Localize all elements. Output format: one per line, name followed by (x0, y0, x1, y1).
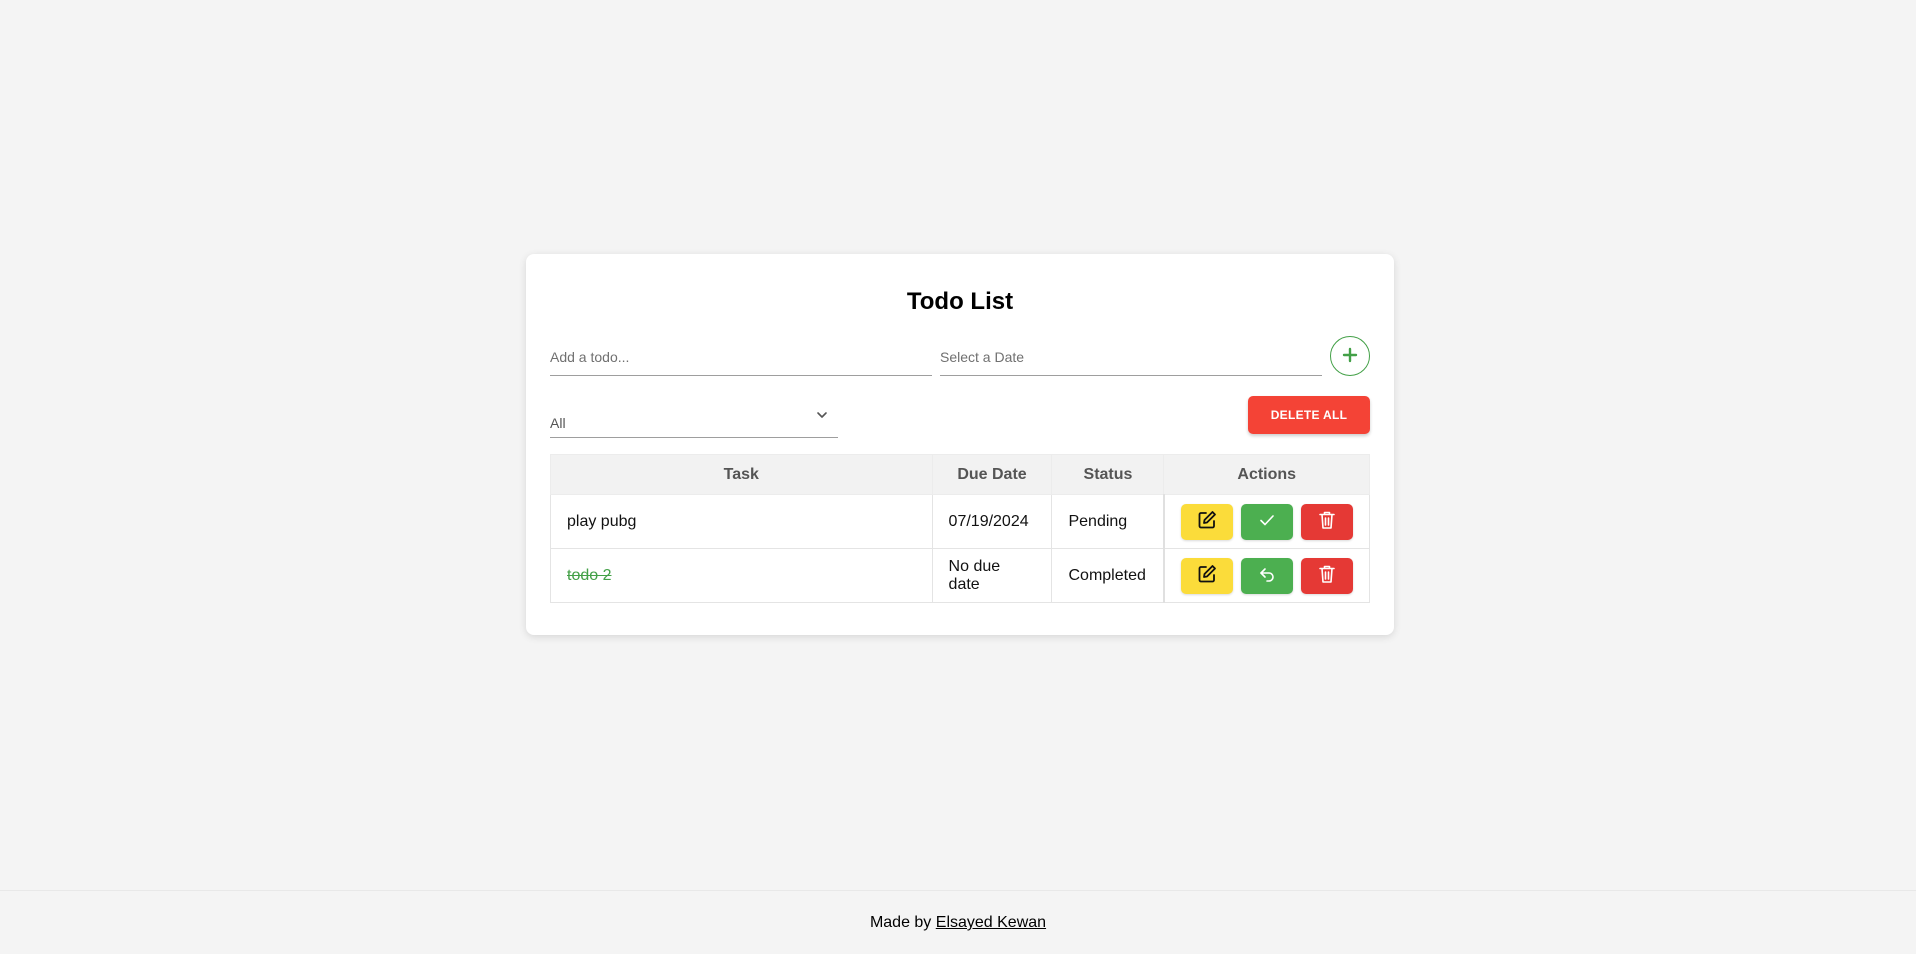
table-row: play pubg 07/19/2024 Pending (550, 494, 1370, 549)
footer: Made by Elsayed Kewan (0, 890, 1916, 954)
status-filter-select[interactable]: All (550, 396, 838, 438)
author-link[interactable]: Elsayed Kewan (936, 914, 1046, 931)
table-row: todo 2 No due date Completed (550, 548, 1370, 603)
table-header-row: Task Due Date Status Actions (550, 454, 1370, 495)
header-task: Task (550, 454, 933, 495)
status-cell: Pending (1051, 494, 1165, 549)
status-cell: Completed (1051, 548, 1165, 603)
date-input[interactable] (940, 349, 1322, 365)
trash-icon (1318, 510, 1336, 533)
header-due-date: Due Date (931, 454, 1053, 495)
add-todo-form (550, 334, 1370, 382)
undo-icon (1258, 565, 1276, 586)
task-cell: play pubg (550, 494, 933, 549)
delete-button[interactable] (1300, 503, 1353, 540)
todo-field (550, 334, 932, 376)
delete-all-button[interactable]: DELETE ALL (1248, 396, 1370, 434)
todo-input[interactable] (550, 349, 932, 365)
undo-button[interactable] (1240, 557, 1293, 594)
todo-card: Todo List All DELETE ALL (526, 254, 1394, 635)
chevron-down-icon (816, 408, 828, 426)
check-icon (1258, 511, 1276, 532)
date-field (940, 334, 1322, 376)
edit-icon (1197, 510, 1217, 533)
plus-icon (1342, 347, 1358, 366)
task-cell: todo 2 (550, 548, 933, 603)
complete-button[interactable] (1240, 503, 1293, 540)
page-title: Todo List (906, 288, 1014, 315)
due-date-cell: 07/19/2024 (931, 494, 1053, 549)
edit-icon (1197, 564, 1217, 587)
header-actions: Actions (1163, 454, 1370, 495)
due-date-cell: No due date (931, 548, 1053, 603)
trash-icon (1318, 564, 1336, 587)
edit-button[interactable] (1180, 557, 1233, 594)
status-filter-value: All (550, 415, 566, 431)
header-status: Status (1051, 454, 1165, 495)
todo-table: Task Due Date Status Actions play pubg 0… (550, 454, 1370, 603)
edit-button[interactable] (1180, 503, 1233, 540)
footer-prefix: Made by (869, 914, 932, 931)
add-todo-button[interactable] (1330, 336, 1370, 376)
actions-cell (1163, 548, 1370, 603)
filter-row: All DELETE ALL (550, 396, 1370, 440)
delete-button[interactable] (1300, 557, 1353, 594)
actions-cell (1163, 494, 1370, 549)
